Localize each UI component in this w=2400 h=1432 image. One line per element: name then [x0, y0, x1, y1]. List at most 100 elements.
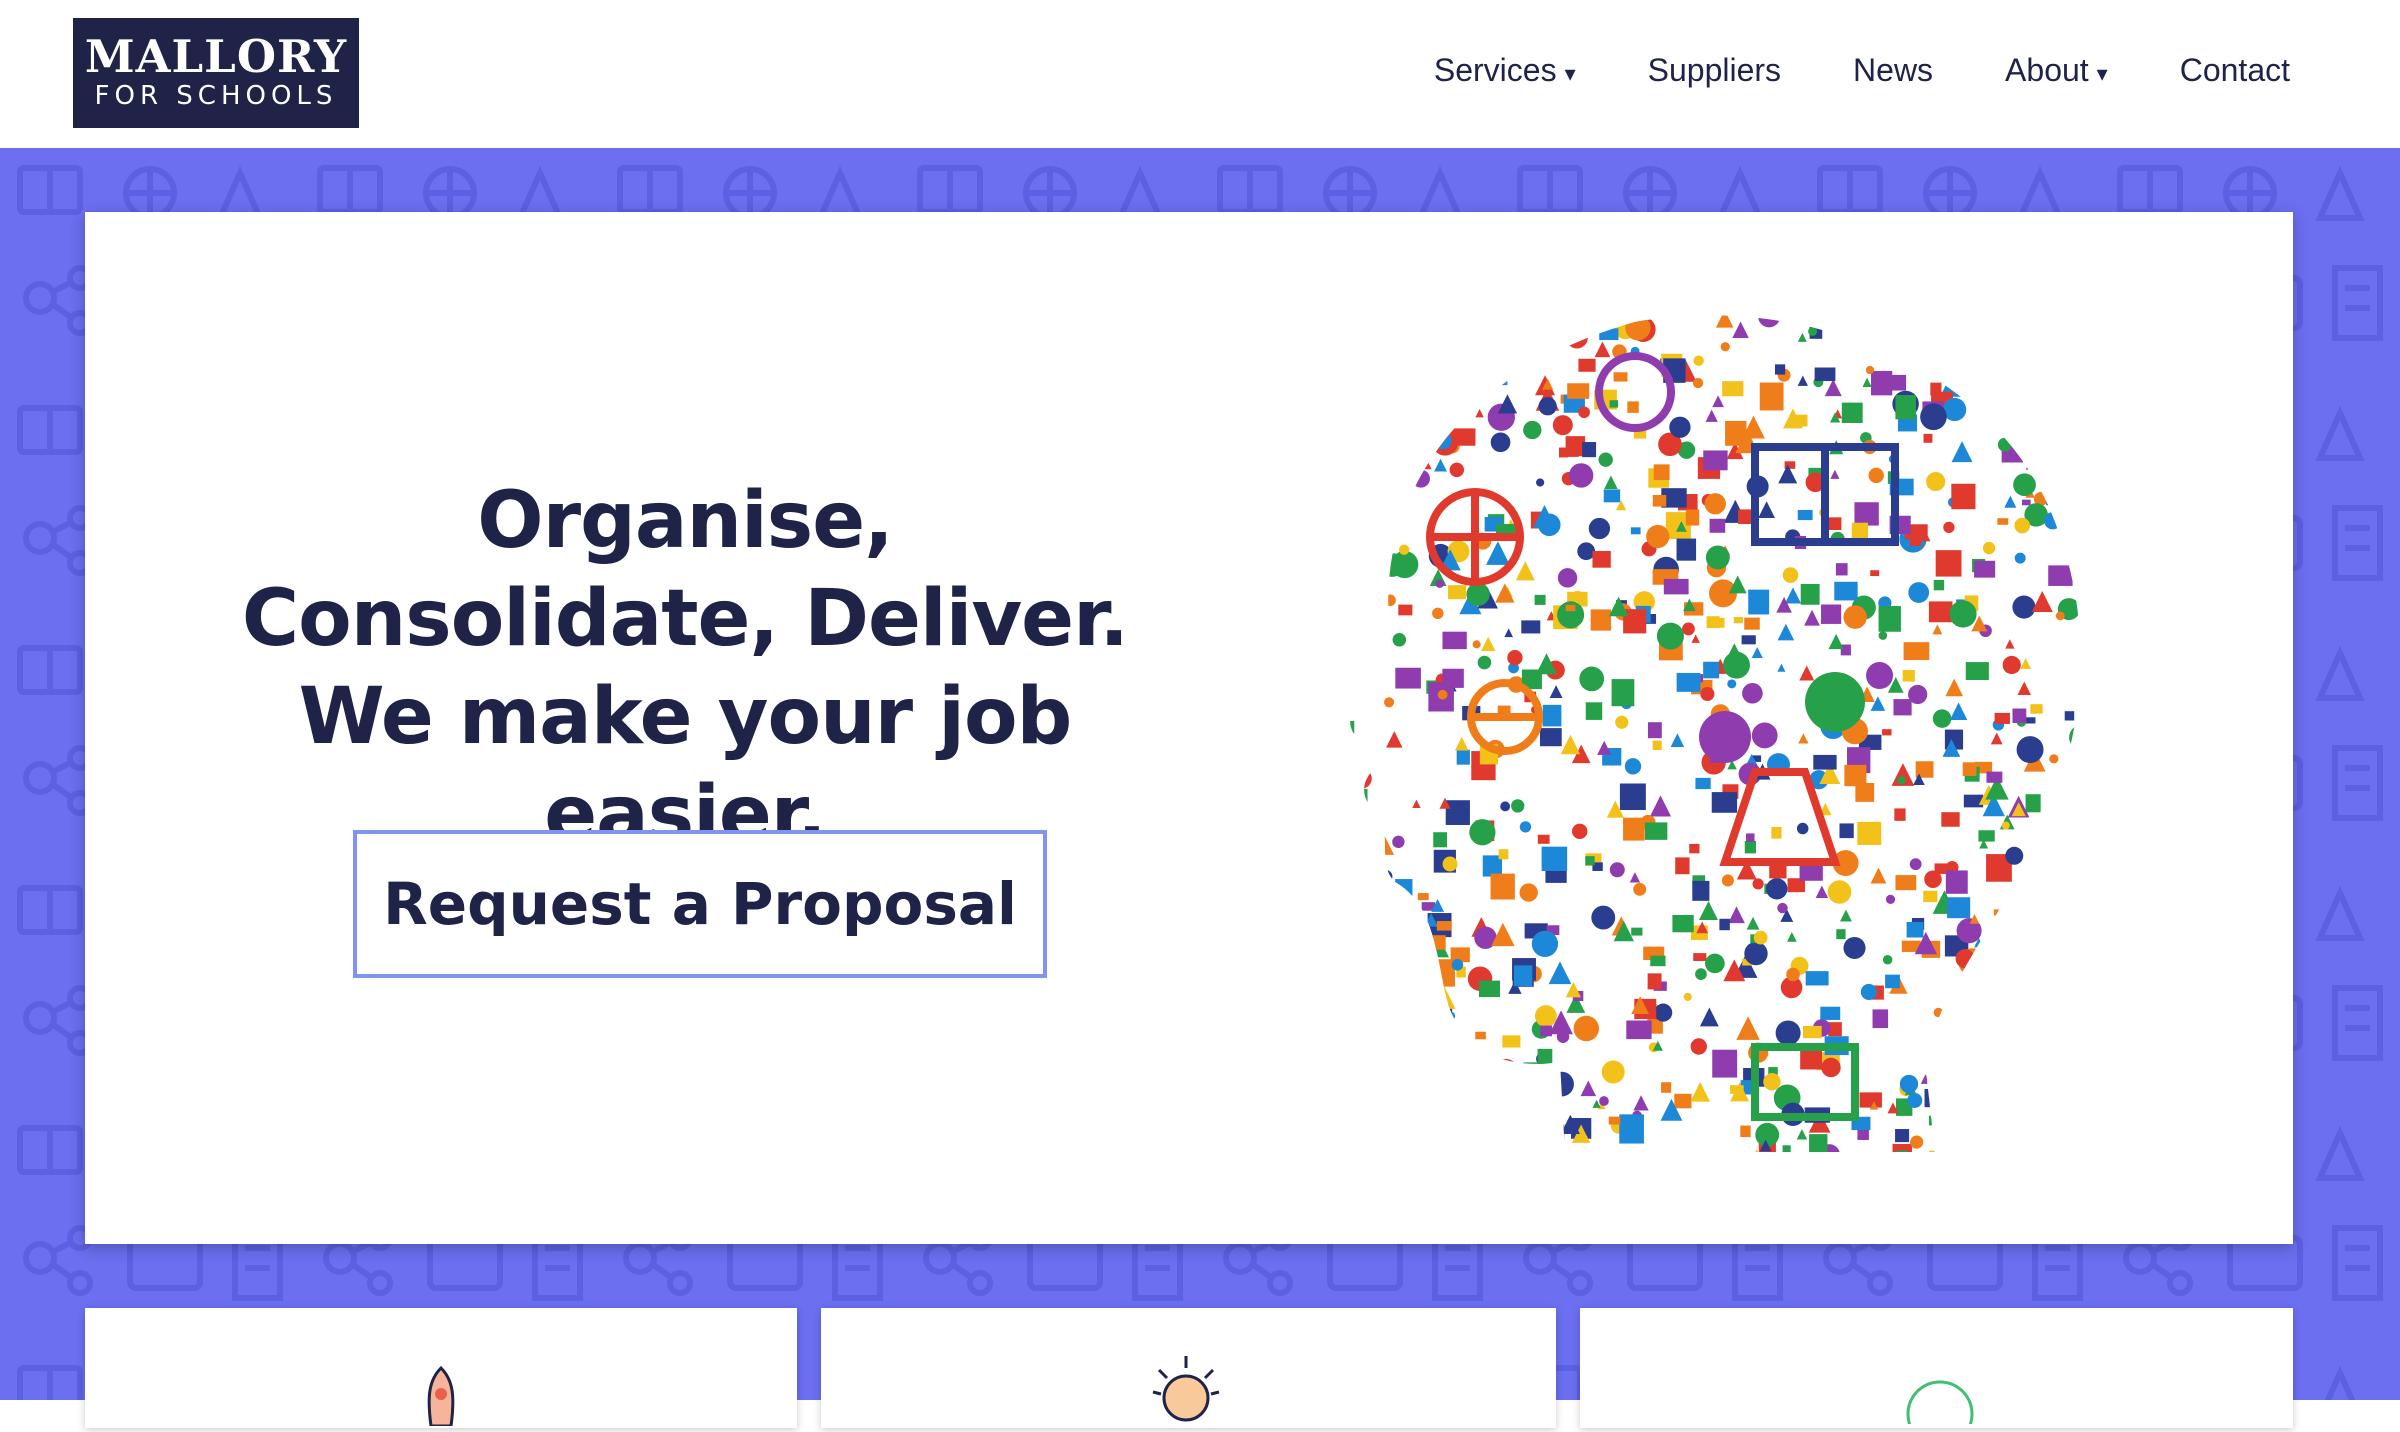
confetti-shape: [1395, 944, 1409, 958]
confetti-shape: [2112, 1110, 2125, 1121]
confetti-shape: [2026, 903, 2035, 911]
confetti-shape: [1723, 651, 1750, 679]
confetti-shape: [1398, 544, 1410, 555]
confetti-shape: [1993, 909, 2004, 916]
confetti-shape: [1994, 386, 2003, 396]
confetti-shape: [1585, 702, 1603, 720]
confetti-shape: [1963, 794, 1984, 808]
confetti-shape: [1532, 1104, 1547, 1119]
confetti-shape: [1989, 1059, 2013, 1082]
confetti-shape: [2002, 364, 2030, 391]
confetti-shape: [1519, 821, 1532, 833]
confetti-shape: [1733, 617, 1743, 624]
confetti-shape: [1475, 1031, 1486, 1040]
confetti-shape: [1676, 672, 1701, 692]
confetti-shape: [1350, 802, 1358, 815]
confetti-shape: [1350, 512, 1355, 520]
confetti-shape: [1744, 941, 1768, 966]
confetti-shape: [1836, 929, 1846, 940]
request-proposal-button[interactable]: Request a Proposal: [353, 830, 1047, 978]
hero-title: Organise, Consolidate, Deliver. We make …: [241, 476, 1129, 860]
confetti-shape: [1591, 317, 1606, 332]
confetti-shape: [1545, 1124, 1565, 1141]
confetti-shape: [1391, 1158, 1403, 1162]
confetti-shape: [1582, 442, 1597, 458]
confetti-shape: [2123, 474, 2125, 485]
confetti-shape: [2097, 616, 2106, 625]
confetti-shape: [1982, 332, 1997, 347]
confetti-shape: [1626, 1020, 1652, 1040]
confetti-shape: [1599, 328, 1619, 341]
confetti-shape: [2048, 565, 2073, 586]
confetti-shape: [1803, 1155, 1820, 1162]
confetti-shape: [1906, 921, 1924, 938]
confetti-shape: [2087, 942, 2104, 953]
confetti-shape: [1808, 326, 1818, 336]
confetti-shape: [1537, 1048, 1553, 1067]
confetti-shape: [1603, 489, 1621, 503]
confetti-shape: [1540, 1025, 1552, 1037]
nav-contact[interactable]: Contact: [2180, 52, 2290, 89]
confetti-shape: [1436, 921, 1452, 931]
confetti-shape: [1986, 316, 2010, 339]
confetti-shape: [1498, 849, 1509, 860]
nav-about-label: About: [2005, 52, 2089, 88]
confetti-shape: [2112, 530, 2124, 542]
confetti-shape: [1368, 581, 1377, 591]
confetti-shape: [2050, 922, 2071, 942]
confetti-shape: [1384, 398, 1396, 409]
confetti-shape: [1963, 966, 1985, 989]
confetti-shape: [1453, 1118, 1467, 1128]
confetti-shape: [2103, 779, 2125, 802]
confetti-shape: [1996, 369, 2007, 375]
confetti-shape: [2059, 1057, 2070, 1068]
confetti-shape: [1380, 553, 1405, 577]
confetti-shape: [1406, 1154, 1423, 1162]
confetti-shape: [1746, 833, 1755, 842]
confetti-shape: [1552, 415, 1573, 436]
confetti-shape: [1609, 862, 1625, 878]
confetti-shape: [1577, 542, 1596, 561]
confetti-shape: [1994, 381, 2015, 402]
confetti-shape: [1350, 491, 1359, 503]
confetti-shape: [1932, 709, 1952, 728]
confetti-shape: [1392, 633, 1407, 647]
nav-services[interactable]: Services ▾: [1434, 52, 1576, 89]
confetti-shape: [2010, 1083, 2023, 1096]
confetti-shape: [1859, 1092, 1882, 1108]
confetti-shape: [1983, 1128, 1997, 1141]
confetti-shape: [1448, 585, 1467, 600]
confetti-shape: [1641, 315, 1651, 319]
confetti-shape: [1796, 822, 1809, 835]
confetti-shape: [1689, 843, 1700, 854]
feature-card-2: [821, 1308, 1556, 1428]
nav-about[interactable]: About ▾: [2005, 52, 2108, 89]
confetti-shape: [1519, 883, 1538, 902]
confetti-shape: [1521, 620, 1541, 634]
confetti-shape: [1882, 729, 1892, 736]
confetti-shape: [1834, 581, 1858, 601]
confetti-shape: [1351, 768, 1372, 789]
nav-news[interactable]: News: [1853, 52, 1933, 89]
confetti-shape: [2012, 708, 2027, 723]
confetti-shape: [2035, 342, 2061, 364]
logo[interactable]: MALLORY FOR SCHOOLS: [73, 18, 359, 128]
confetti-shape: [1704, 1159, 1729, 1162]
confetti-shape: [1675, 857, 1690, 875]
confetti-shape: [1758, 315, 1781, 328]
confetti-shape: [1456, 749, 1470, 765]
confetti-shape: [1742, 682, 1763, 704]
confetti-shape: [1392, 382, 1405, 392]
confetti-shape: [1705, 953, 1725, 974]
confetti-shape: [1418, 1127, 1428, 1137]
confetti-shape: [1352, 315, 1380, 334]
confetti-shape: [1384, 1007, 1396, 1018]
confetti-shape: [2006, 328, 2019, 341]
confetti-shape: [2065, 950, 2081, 966]
confetti-shape: [1744, 1153, 1760, 1162]
confetti-shape: [1363, 851, 1374, 860]
confetti-shape: [1500, 801, 1511, 812]
nav-suppliers[interactable]: Suppliers: [1648, 52, 1781, 89]
confetti-shape: [1423, 413, 1448, 438]
confetti-shape: [1895, 1129, 1910, 1143]
